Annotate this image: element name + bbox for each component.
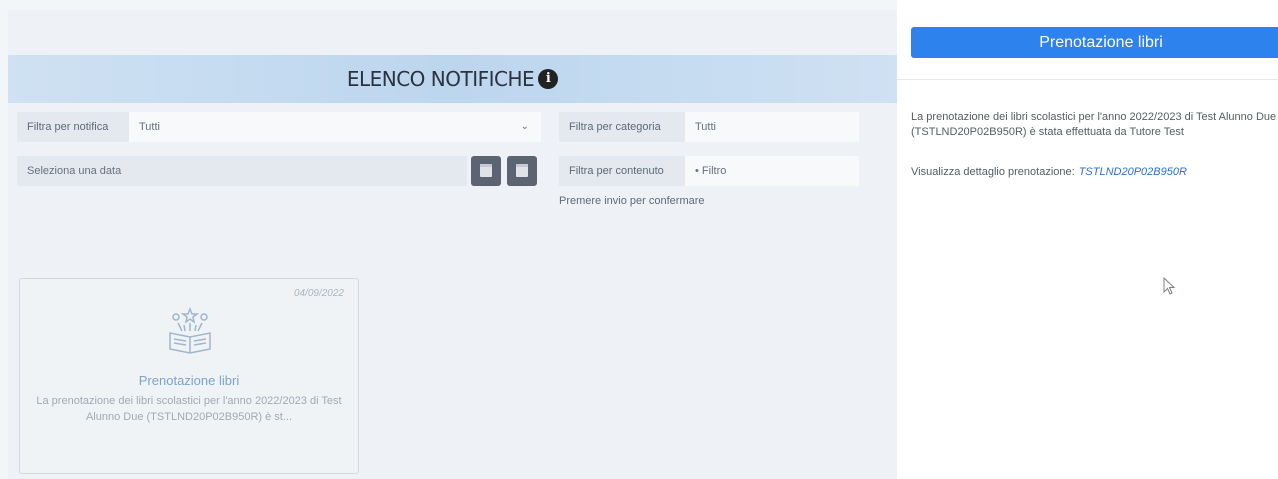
- calendar-icon: [480, 164, 492, 177]
- notifications-page: ELENCO NOTIFICHE i Filtra per notifica Tu…: [0, 0, 897, 479]
- calendar-button[interactable]: [471, 156, 501, 186]
- card-title: Prenotazione libri: [138, 373, 240, 388]
- date-input[interactable]: Seleziona una data: [17, 156, 467, 186]
- book-icon: [169, 306, 211, 354]
- panel-link-label: Visualizza dettaglio prenotazione:: [911, 166, 1075, 178]
- info-icon[interactable]: i: [538, 68, 559, 89]
- card-date: 04/09/2022: [293, 288, 344, 299]
- notification-detail-panel: Prenotazione libri La prenotazione dei l…: [897, 0, 1278, 479]
- booking-detail-link[interactable]: TSTLND20P02B950R: [1079, 166, 1187, 178]
- filter-contenuto-input[interactable]: • Filtro: [685, 156, 859, 186]
- notification-card[interactable]: 04/09/2022 Prenotazione libri La prenota…: [19, 278, 359, 474]
- page-title-bar: ELENCO NOTIFICHE i: [8, 55, 897, 103]
- panel-header-button[interactable]: Prenotazione libri: [911, 27, 1278, 58]
- panel-link-row: Visualizza dettaglio prenotazione: TSTLND…: [911, 166, 1187, 178]
- page-title: ELENCO NOTIFICHE i: [8, 67, 897, 91]
- filter-hint: Premere invio per confermare: [559, 195, 705, 207]
- filter-notifica[interactable]: Filtra per notifica Tutti ⌄: [17, 112, 541, 142]
- chevron-down-icon: ⌄: [520, 121, 529, 132]
- filter-contenuto[interactable]: Filtra per contenuto • Filtro: [559, 156, 859, 186]
- filter-categoria-label: Filtra per categoria: [559, 112, 685, 142]
- filter-notifica-label: Filtra per notifica: [17, 112, 129, 142]
- calendar-remove-icon: [516, 164, 528, 177]
- panel-message: La prenotazione dei libri scolastici per…: [911, 111, 1277, 138]
- filter-contenuto-label: Filtra per contenuto: [559, 156, 685, 186]
- card-body: La prenotazione dei libri scolastici per…: [36, 395, 342, 423]
- panel-divider: [897, 79, 1278, 80]
- filter-categoria-select[interactable]: Tutti: [685, 112, 859, 142]
- filter-notifica-select[interactable]: Tutti ⌄: [129, 112, 541, 142]
- filter-categoria-value: Tutti: [695, 121, 716, 133]
- calendar-clear-button[interactable]: [507, 156, 537, 186]
- mouse-cursor-icon: [1163, 277, 1176, 295]
- filter-notifica-value: Tutti: [139, 121, 160, 133]
- date-filter[interactable]: Seleziona una data: [17, 156, 467, 186]
- page-title-text: ELENCO NOTIFICHE: [346, 67, 535, 91]
- filter-categoria[interactable]: Filtra per categoria Tutti: [559, 112, 859, 142]
